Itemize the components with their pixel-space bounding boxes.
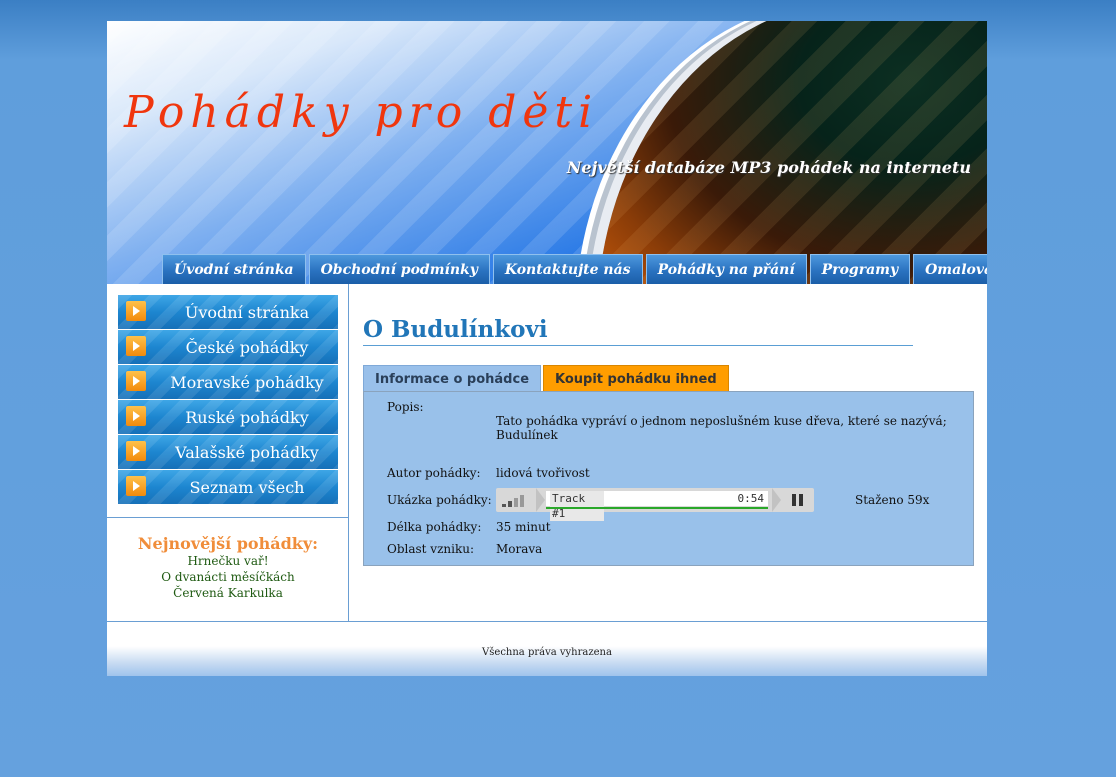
arrow-right-icon <box>126 301 146 321</box>
site-slogan: Největší databáze MP3 pohádek na interne… <box>566 158 971 177</box>
newest-link[interactable]: O dvanácti měsíčkách <box>107 569 349 585</box>
sidebar-item-home[interactable]: Úvodní stránka <box>118 295 338 329</box>
sidebar-item-label: Seznam všech pohádek <box>189 478 305 533</box>
tab-info[interactable]: Informace o pohádce <box>363 365 542 392</box>
sample-label: Ukázka pohádky: <box>387 493 492 507</box>
tabs: Informace o pohádce Koupit pohádku ihned <box>363 365 729 392</box>
arrow-right-icon <box>126 371 146 391</box>
topnav-terms[interactable]: Obchodní podmínky <box>308 254 490 284</box>
topnav-coloring[interactable]: Omalovánky <box>913 254 987 284</box>
arrow-right-icon <box>126 336 146 356</box>
newest-link[interactable]: Hrnečku vař! <box>107 553 349 569</box>
sidebar-item-label: Moravské pohádky <box>170 373 324 392</box>
arrow-right-icon <box>126 476 146 496</box>
main-content: O Budulínkovi Informace o pohádce Koupit… <box>349 284 987 621</box>
sidebar: Úvodní stránka České pohádky Moravské po… <box>107 284 349 621</box>
sidebar-menu: Úvodní stránka České pohádky Moravské po… <box>118 295 338 533</box>
topnav-requests[interactable]: Pohádky na přání <box>645 254 807 284</box>
player-divider <box>772 488 781 512</box>
site-title: Pohádky pro děti <box>124 87 599 138</box>
sidebar-item-label: Ruské pohádky <box>185 408 309 427</box>
sidebar-divider <box>107 517 349 518</box>
region-value: Morava <box>496 542 543 556</box>
sidebar-item-label: Valašské pohádky <box>175 443 319 462</box>
info-panel: Popis: Tato pohádka vypráví o jednom nep… <box>363 391 974 566</box>
topnav-programs[interactable]: Programy <box>809 254 911 284</box>
sidebar-item-all[interactable]: Seznam všech pohádek <box>118 470 338 533</box>
arrow-right-icon <box>126 406 146 426</box>
page: Pohádky pro děti Největší databáze MP3 p… <box>107 21 987 676</box>
topnav-home[interactable]: Úvodní stránka <box>162 254 306 284</box>
download-count: Staženo 59x <box>855 493 930 507</box>
arrow-right-icon <box>126 441 146 461</box>
sidebar-item-label: České pohádky <box>185 338 309 357</box>
author-label: Autor pohádky: <box>387 466 481 480</box>
header-decoration <box>597 21 987 284</box>
description-label: Popis: <box>387 400 424 414</box>
footer-text: Všechna práva vyhrazena <box>482 647 612 658</box>
page-title: O Budulínkovi <box>363 316 913 346</box>
region-label: Oblast vzniku: <box>387 542 475 556</box>
sidebar-item-label: Úvodní stránka <box>184 303 310 322</box>
volume-icon[interactable] <box>502 493 536 507</box>
track-name: Track #1 <box>550 491 604 521</box>
pause-icon[interactable] <box>792 494 804 506</box>
audio-player[interactable]: Track #1 0:54 <box>496 488 814 521</box>
newest-stories: Nejnovější pohádky: Hrnečku vař! O dvaná… <box>107 534 349 601</box>
top-navigation: Úvodní stránka Obchodní podmínky Kontakt… <box>162 254 987 284</box>
sidebar-item-wallachian[interactable]: Valašské pohádky <box>118 435 338 469</box>
length-label: Délka pohádky: <box>387 520 482 534</box>
progress-bar[interactable] <box>546 507 768 509</box>
length-value: 35 minut <box>496 520 551 534</box>
player-divider <box>536 488 545 512</box>
newest-link[interactable]: Červená Karkulka <box>107 585 349 601</box>
topnav-contact[interactable]: Kontaktujte nás <box>492 254 643 284</box>
newest-heading: Nejnovější pohádky: <box>137 534 319 553</box>
sidebar-item-moravian[interactable]: Moravské pohádky <box>118 365 338 399</box>
footer: Všechna práva vyhrazena <box>107 621 987 676</box>
track-time: 0:54 <box>737 492 765 505</box>
tab-buy[interactable]: Koupit pohádku ihned <box>543 365 729 392</box>
header: Pohádky pro děti Největší databáze MP3 p… <box>107 21 987 284</box>
sidebar-item-czech[interactable]: České pohádky <box>118 330 338 364</box>
author-value: lidová tvořivost <box>496 466 590 480</box>
sidebar-item-russian[interactable]: Ruské pohádky <box>118 400 338 434</box>
description-value: Tato pohádka vypráví o jednom neposlušné… <box>496 414 947 442</box>
track-display: Track #1 0:54 <box>546 491 768 521</box>
